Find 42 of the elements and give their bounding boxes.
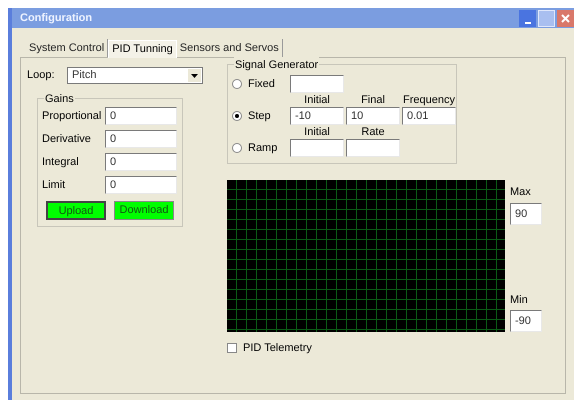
gain-label: Integral [42, 154, 80, 170]
gain-label: Limit [42, 178, 66, 193]
field-label: Rate [361, 126, 385, 139]
gain-label: Derivative [42, 132, 92, 147]
close-icon [561, 14, 570, 22]
gain-label: Proportional [42, 108, 102, 124]
gain-field[interactable]: 0 [105, 153, 177, 171]
signal-field[interactable] [346, 139, 400, 157]
min-label: Min [510, 292, 529, 308]
radio-button[interactable] [232, 79, 242, 89]
minimize-button[interactable] [519, 10, 536, 26]
radio-button[interactable] [232, 143, 242, 153]
checkbox[interactable] [227, 343, 237, 354]
download-button[interactable]: Download [114, 201, 174, 220]
signal-field[interactable] [290, 139, 344, 157]
max-field[interactable]: 90 [510, 202, 542, 224]
gain-field[interactable]: 0 [105, 107, 177, 125]
signal-field[interactable]: 10 [346, 107, 400, 125]
max-label: Max [510, 185, 532, 200]
field-label: Frequency [403, 94, 455, 107]
radio-button[interactable] [232, 111, 242, 121]
loop-dropdown[interactable]: Pitch [67, 67, 203, 84]
maximize-button[interactable] [538, 10, 555, 26]
signal-field[interactable]: 0.01 [402, 107, 456, 125]
group-title: Signal Generator [234, 57, 320, 74]
mode-label: Step [248, 108, 271, 124]
upload-button[interactable]: Upload [46, 201, 106, 220]
field-label: Final [361, 94, 385, 107]
field-label: Initial [304, 126, 330, 139]
gain-field[interactable]: 0 [105, 130, 177, 148]
mode-label: Fixed [248, 76, 275, 92]
checkbox-label: PID Telemetry [243, 341, 312, 356]
loop-label: Loop: [27, 68, 56, 84]
gain-field[interactable]: 0 [105, 176, 177, 194]
field-label: Initial [304, 94, 330, 107]
window-title: Configuration [20, 10, 92, 26]
mode-label: Ramp [248, 140, 278, 156]
tab[interactable]: PID Tunning [108, 40, 177, 58]
min-field[interactable]: -90 [510, 310, 542, 332]
signal-field[interactable] [290, 75, 344, 93]
close-button[interactable] [557, 10, 574, 26]
signal-field[interactable]: -10 [290, 107, 344, 125]
